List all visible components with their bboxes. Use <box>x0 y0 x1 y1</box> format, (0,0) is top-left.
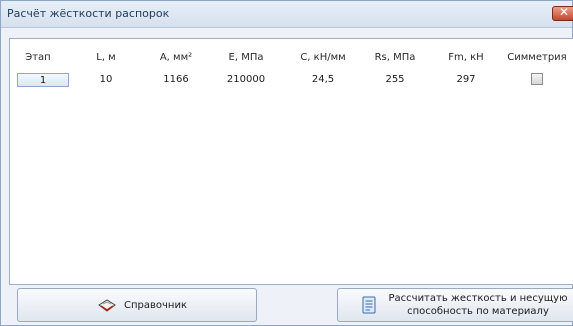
column-header-length: L, м <box>96 52 116 63</box>
parameters-table: Этап L, м A, мм² E, МПа C, кН/мм Rs, МПа… <box>9 38 573 285</box>
column-header-modulus: E, МПа <box>228 52 264 63</box>
reference-button[interactable]: Справочник <box>17 288 257 322</box>
column-header-area: A, мм² <box>159 52 193 63</box>
book-icon <box>98 299 116 312</box>
column-header-symmetry: Симметрия <box>507 52 567 63</box>
column-header-stage: Этап <box>25 52 51 63</box>
column-header-rs: Rs, МПа <box>374 52 416 63</box>
calculate-button-label-line2: способность по материалу <box>407 306 549 317</box>
table-row[interactable]: 1 10 1166 210000 24,5 255 297 <box>10 73 573 87</box>
reference-button-label: Справочник <box>124 300 187 311</box>
window-title: Расчёт жёсткости распорок <box>7 7 170 20</box>
close-icon: ✕ <box>558 5 570 19</box>
cell-rs[interactable]: 255 <box>360 73 430 87</box>
calculate-button[interactable]: Рассчитать жесткость и несущую способнос… <box>337 288 573 322</box>
calculate-button-label-line1: Рассчитать жесткость и несущую <box>388 293 568 304</box>
column-header-stiffness: C, кН/мм <box>300 52 346 63</box>
cell-modulus[interactable]: 210000 <box>210 73 282 87</box>
table-header-row: Этап L, м A, мм² E, МПа C, кН/мм Rs, МПа… <box>10 47 573 69</box>
dialog-window: Расчёт жёсткости распорок ✕ Этап L, м A,… <box>0 0 573 326</box>
title-bar: Расчёт жёсткости распорок ✕ <box>1 1 573 28</box>
cell-stiffness[interactable]: 24,5 <box>288 73 358 87</box>
cell-area[interactable]: 1166 <box>146 73 206 87</box>
symmetry-checkbox[interactable] <box>531 73 543 85</box>
cell-length[interactable]: 10 <box>76 73 136 87</box>
close-button[interactable]: ✕ <box>552 5 573 21</box>
cell-stage[interactable]: 1 <box>17 73 69 87</box>
document-icon <box>362 296 376 314</box>
column-header-fm: Fm, кН <box>448 52 484 63</box>
cell-fm[interactable]: 297 <box>430 73 502 87</box>
